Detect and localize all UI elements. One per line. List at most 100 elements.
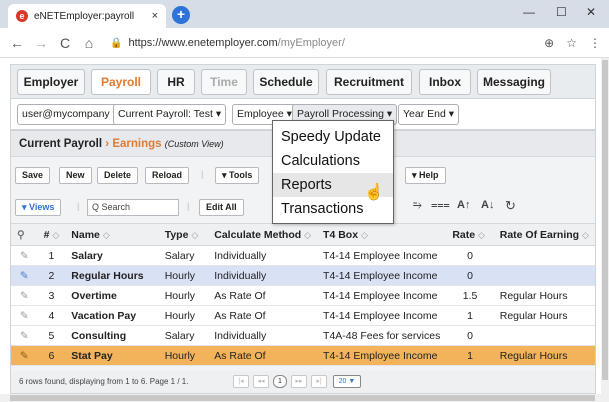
home-icon[interactable]: ⌂ (82, 35, 96, 51)
help-dropdown[interactable]: ▾ Help (405, 167, 446, 184)
toolbar-separator: | (187, 201, 190, 211)
panel-title: Current Payroll (19, 138, 103, 150)
url-path: /myEmployer/ (277, 36, 345, 49)
url-host: https://www.enetemployer.com (128, 36, 278, 49)
close-window-icon[interactable]: ✕ (586, 5, 596, 19)
earnings-table: ⚲ # ◇ Name ◇ Type ◇ Calculate Method ◇ T… (11, 223, 595, 366)
first-page-button[interactable]: |◂ (233, 375, 249, 388)
reload-button[interactable]: Reload (145, 167, 190, 184)
forward-icon[interactable]: → (34, 35, 48, 51)
tab-hr[interactable]: HR (157, 69, 195, 95)
lock-icon: 🔒 (110, 37, 123, 49)
tab-recruitment[interactable]: Recruitment (326, 69, 412, 95)
column-header-type[interactable]: Type ◇ (158, 223, 209, 246)
table-row[interactable]: ✎ 6 Stat Pay Hourly As Rate Of T4-14 Emp… (11, 345, 595, 366)
back-icon[interactable]: ← (10, 35, 24, 51)
sort-icon: ◇ (304, 229, 312, 240)
browser-tab[interactable]: e eNETEmployer:payroll × (8, 4, 166, 28)
table-row[interactable]: ✎ 2 Regular Hours Hourly Individually T4… (11, 265, 595, 286)
sort-icon: ◇ (52, 229, 60, 240)
search-input[interactable]: Q Search (87, 199, 179, 216)
column-header-number[interactable]: # ◇ (37, 223, 66, 246)
edit-pencil-icon[interactable]: ✎ (11, 245, 38, 266)
sort-icon: ◇ (478, 229, 485, 240)
edit-pencil-icon[interactable]: ✎ (11, 285, 38, 306)
breadcrumb-separator: › (105, 138, 110, 150)
toolbar-separator: | (77, 201, 80, 211)
tab-employer[interactable]: Employer (17, 69, 85, 95)
app-content: Employer Payroll HR Time Schedule Recrui… (0, 58, 601, 394)
bookmark-star-icon[interactable]: ☆ (566, 36, 577, 50)
next-page-button[interactable]: ▸▸ (291, 375, 307, 388)
column-header-edit: ⚲ (11, 223, 38, 246)
font-size-down-icon[interactable]: A↓ (481, 199, 494, 211)
views-dropdown[interactable]: ▾ Views (15, 199, 62, 216)
year-end-dropdown[interactable]: Year End ▾ (398, 104, 460, 125)
browser-menu-icon[interactable]: ⋮ (589, 36, 601, 50)
tab-payroll[interactable]: Payroll (91, 69, 151, 95)
edit-pencil-icon[interactable]: ✎ (11, 265, 38, 286)
tab-messaging[interactable]: Messaging (477, 69, 551, 95)
pagination-status: 6 rows found, displaying from 1 to 6. Pa… (19, 377, 189, 386)
toolbar-separator: | (201, 169, 204, 179)
new-tab-button[interactable]: + (172, 6, 190, 24)
table-row[interactable]: ✎ 4 Vacation Pay Hourly As Rate Of T4-14… (11, 305, 595, 326)
edit-pencil-icon[interactable]: ✎ (11, 345, 38, 366)
tools-dropdown[interactable]: ▾ Tools (215, 167, 260, 184)
clear-format-icon[interactable]: ⩶ (431, 199, 450, 212)
table-row[interactable]: ✎ 3 Overtime Hourly As Rate Of T4-14 Emp… (11, 285, 595, 306)
font-size-up-icon[interactable]: A↑ (457, 199, 470, 211)
scrollbar-thumb[interactable] (602, 60, 608, 380)
maximize-icon[interactable]: ☐ (556, 5, 567, 19)
column-header-calculate-method[interactable]: Calculate Method ◇ (208, 223, 318, 246)
sort-icon: ◇ (360, 229, 368, 240)
menu-item-speedy-update[interactable]: Speedy Update (273, 125, 393, 149)
last-page-button[interactable]: ▸| (311, 375, 327, 388)
refresh-icon[interactable]: ↻ (505, 198, 516, 214)
scrollbar-thumb[interactable] (10, 395, 595, 401)
vertical-scrollbar[interactable] (601, 58, 609, 394)
edit-all-button[interactable]: Edit All (199, 199, 244, 216)
address-bar: ← → C ⌂ 🔒 https://www.enetemployer.com/my… (0, 28, 609, 58)
sort-icon: ◇ (582, 229, 589, 240)
wrap-text-icon[interactable]: ⥱ (413, 199, 422, 212)
column-header-rate[interactable]: Rate ◇ (446, 223, 494, 246)
new-button[interactable]: New (59, 167, 92, 184)
current-payroll-dropdown[interactable]: Current Payroll: Test ▾ (113, 104, 227, 125)
pin-icon[interactable]: ⚲ (17, 229, 25, 241)
column-header-t4-box[interactable]: T4 Box ◇ (317, 223, 447, 246)
zoom-icon[interactable]: ⊕ (544, 36, 554, 50)
menu-item-calculations[interactable]: Calculations (273, 149, 393, 173)
tab-inbox[interactable]: Inbox (419, 69, 471, 95)
browser-titlebar: e eNETEmployer:payroll × + — ☐ ✕ (0, 0, 609, 28)
column-header-rate-of-earning[interactable]: Rate Of Earning ◇ (493, 223, 595, 246)
tab-time: Time (201, 69, 247, 95)
table-row[interactable]: ✎ 5 Consulting Salary Individually T4A-4… (11, 325, 595, 346)
table-row[interactable]: ✎ 1 Salary Salary Individually T4-14 Emp… (11, 245, 595, 266)
user-dropdown[interactable]: user@mycompany ▾ (17, 104, 123, 125)
url-field[interactable]: 🔒 https://www.enetemployer.com/myEmployer… (110, 37, 345, 49)
page-size-select[interactable]: 20 ▼ (333, 375, 361, 388)
delete-button[interactable]: Delete (97, 167, 139, 184)
sort-icon: ◇ (102, 229, 110, 240)
tab-title: eNETEmployer:payroll (34, 10, 135, 22)
table-footer: 6 rows found, displaying from 1 to 6. Pa… (11, 371, 595, 393)
prev-page-button[interactable]: ◂◂ (253, 375, 269, 388)
table-header-row: ⚲ # ◇ Name ◇ Type ◇ Calculate Method ◇ T… (11, 223, 595, 246)
current-page-indicator[interactable]: 1 (273, 375, 287, 388)
hand-cursor-icon: ☝ (364, 184, 384, 201)
tab-close-icon[interactable]: × (152, 10, 158, 22)
reload-icon[interactable]: C (58, 35, 72, 51)
payroll-processing-menu: Speedy Update Calculations Reports Trans… (272, 120, 394, 224)
sort-icon: ◇ (191, 229, 199, 240)
save-button[interactable]: Save (15, 167, 51, 184)
edit-pencil-icon[interactable]: ✎ (11, 305, 38, 326)
main-navigation: Employer Payroll HR Time Schedule Recrui… (10, 64, 596, 98)
tab-schedule[interactable]: Schedule (253, 69, 319, 95)
minimize-icon[interactable]: — (523, 5, 535, 19)
panel-view-label: (Custom View) (164, 139, 224, 149)
panel-section: Earnings (112, 138, 162, 150)
horizontal-scrollbar[interactable] (0, 394, 609, 402)
column-header-name[interactable]: Name ◇ (65, 223, 159, 246)
edit-pencil-icon[interactable]: ✎ (11, 325, 38, 346)
